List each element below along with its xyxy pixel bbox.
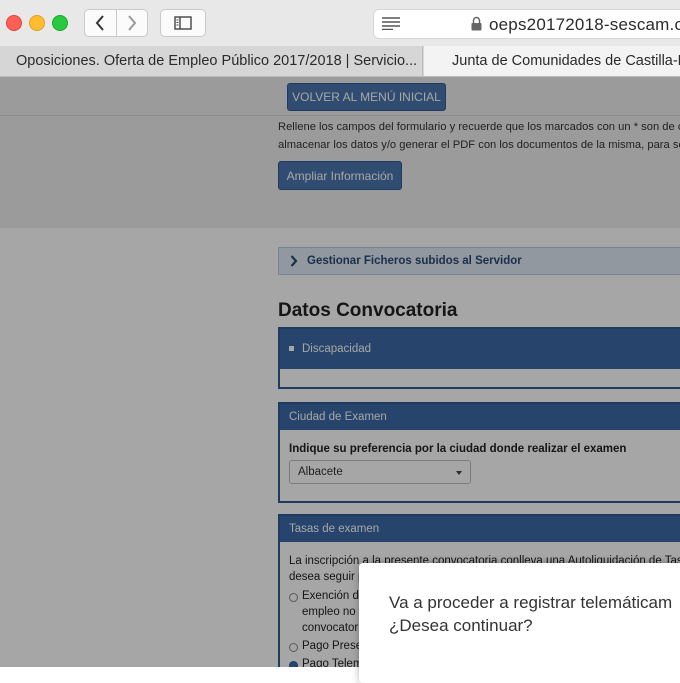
confirm-dialog: Va a proceder a registrar telemáticam ¿D… (359, 563, 680, 683)
chevron-left-icon (95, 15, 105, 31)
close-window-button[interactable] (6, 15, 22, 31)
chevron-right-icon (127, 15, 137, 31)
tab-oposiciones[interactable]: Oposiciones. Oferta de Empleo Público 20… (0, 46, 423, 76)
address-url: oeps20172018-sescam.cas (489, 15, 680, 34)
history-nav (84, 9, 148, 37)
lock-icon (471, 16, 482, 31)
back-button[interactable] (85, 10, 116, 36)
forward-button[interactable] (115, 10, 148, 36)
tab-bar: Oposiciones. Oferta de Empleo Público 20… (0, 46, 680, 77)
reader-icon[interactable] (382, 17, 400, 30)
browser-toolbar: oeps20172018-sescam.cas (0, 0, 680, 47)
sidebar-toggle-button[interactable] (160, 9, 206, 37)
sidebar-icon (174, 16, 192, 30)
confirm-message: Va a proceder a registrar telemáticam ¿D… (389, 593, 673, 635)
minimize-window-button[interactable] (29, 15, 45, 31)
zoom-window-button[interactable] (52, 15, 68, 31)
tab-junta[interactable]: Junta de Comunidades de Castilla-L (424, 46, 680, 76)
address-bar[interactable]: oeps20172018-sescam.cas (373, 9, 680, 39)
